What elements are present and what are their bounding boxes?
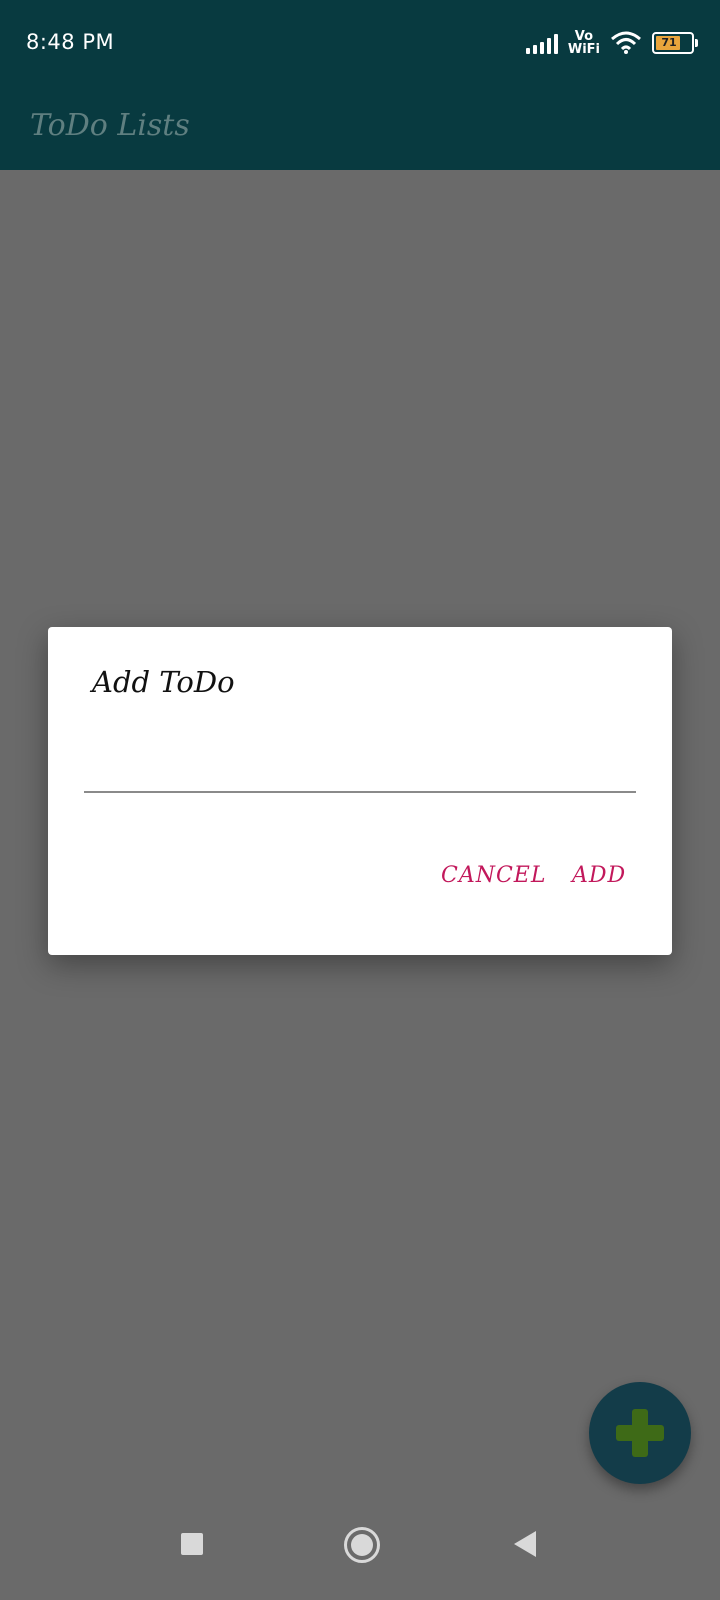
back-icon[interactable] [514, 1531, 536, 1557]
add-button[interactable]: ADD [572, 863, 626, 888]
app-title: ToDo Lists [30, 108, 190, 143]
vowifi-label: Vo WiFi [568, 30, 600, 56]
cancel-button[interactable]: CANCEL [441, 863, 546, 888]
vowifi-bottom: WiFi [567, 42, 600, 57]
status-time: 8:48 PM [26, 30, 115, 54]
status-bar: 8:48 PM Vo WiFi 71 [0, 0, 720, 88]
home-icon[interactable] [344, 1527, 380, 1563]
signal-icon [525, 32, 558, 54]
battery-icon: 71 [652, 32, 698, 54]
add-todo-fab[interactable] [589, 1382, 691, 1484]
nav-bar [0, 1500, 720, 1600]
status-icons: Vo WiFi 71 [525, 26, 698, 60]
todo-input[interactable] [84, 737, 636, 793]
app-bar: ToDo Lists [0, 88, 720, 170]
wifi-icon [611, 31, 641, 54]
battery-level: 71 [661, 36, 677, 49]
recents-icon[interactable] [181, 1533, 203, 1555]
add-todo-dialog: Add ToDo CANCEL ADD [48, 627, 672, 955]
dialog-title: Add ToDo [92, 665, 235, 699]
